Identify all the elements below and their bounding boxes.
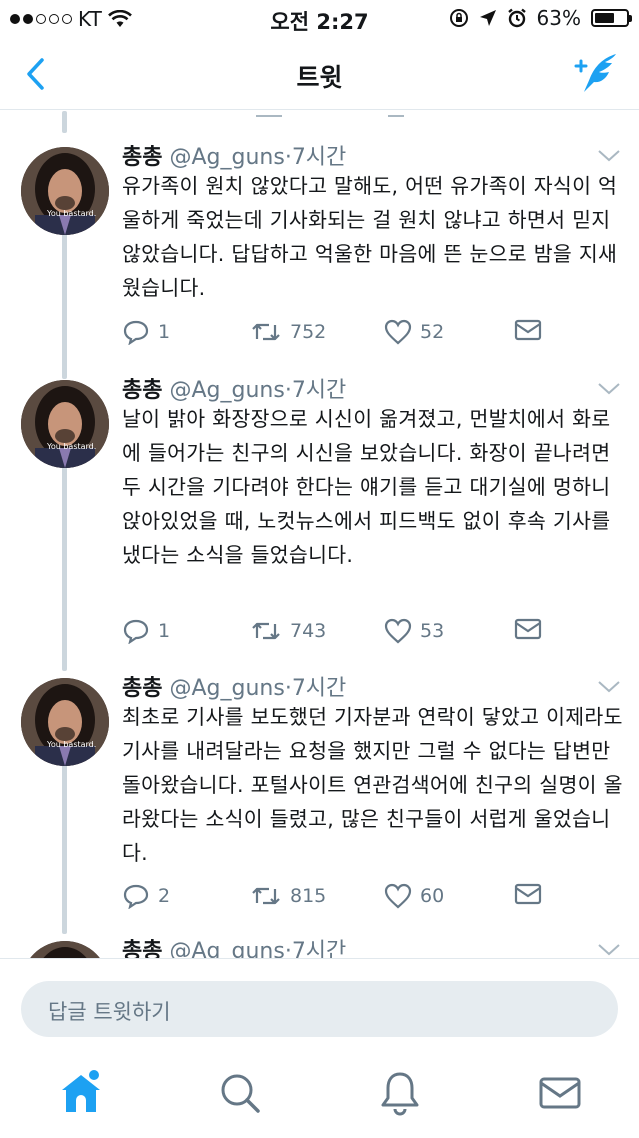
avatar[interactable]: You bastard. bbox=[21, 147, 109, 235]
tweet-header: 총총 @Ag_guns·7시간 bbox=[122, 670, 346, 702]
tweet-thread[interactable]: You bastard. 총총 @Ag_guns·7시간 유가족이 원치 않았다… bbox=[0, 111, 639, 958]
search-icon[interactable] bbox=[215, 1068, 265, 1118]
tweet-time: 7시간 bbox=[291, 939, 347, 958]
like-count: 52 bbox=[420, 321, 445, 343]
like-count: 53 bbox=[420, 620, 445, 642]
avatar[interactable]: You bastard. bbox=[21, 380, 109, 468]
tab-bar bbox=[0, 1050, 639, 1138]
chevron-down-icon[interactable] bbox=[597, 680, 621, 694]
reply-icon bbox=[123, 884, 149, 909]
avatar-caption: You bastard. bbox=[47, 740, 97, 749]
retweet-icon bbox=[252, 323, 280, 341]
retweet-button[interactable]: 743 bbox=[250, 618, 326, 644]
user-handle[interactable]: @Ag_guns bbox=[169, 939, 284, 958]
heart-icon bbox=[384, 618, 412, 644]
tweet-time: 7시간 bbox=[291, 676, 347, 701]
mail-icon[interactable] bbox=[535, 1068, 585, 1118]
tweet-time: 7시간 bbox=[291, 378, 347, 403]
tweet[interactable]: You bastard. 총총 @Ag_guns·7시간 유가족이 원치 않았다… bbox=[0, 139, 639, 369]
dm-share-button[interactable] bbox=[514, 883, 542, 905]
tweet-actions: 1 743 53 bbox=[122, 618, 622, 648]
display-name[interactable]: 총총 bbox=[122, 676, 162, 701]
location-icon bbox=[479, 10, 496, 26]
separator-dot: · bbox=[284, 676, 292, 701]
like-button[interactable]: 60 bbox=[384, 883, 444, 909]
tweet[interactable]: You bastard. 총총 @Ag_guns·7시간 최초로 기사를 보도했… bbox=[0, 670, 639, 932]
previous-tweet-actions bbox=[0, 111, 639, 125]
nav-bar: 트윗 bbox=[0, 38, 639, 110]
reply-icon bbox=[123, 619, 149, 644]
status-bar: KT 오전 2:27 63% bbox=[0, 0, 639, 38]
alarm-icon bbox=[507, 8, 526, 28]
reply-count: 1 bbox=[158, 620, 171, 642]
reply-button[interactable]: 1 bbox=[122, 319, 170, 345]
tweet-actions: 1 752 52 bbox=[122, 319, 622, 349]
dm-share-button[interactable] bbox=[514, 319, 542, 341]
tweet-header: 총총 @Ag_guns·7시간 bbox=[122, 933, 346, 958]
rotation-lock-icon bbox=[449, 9, 468, 27]
user-handle[interactable]: @Ag_guns bbox=[169, 676, 284, 701]
tweet-actions: 2 815 60 bbox=[122, 883, 622, 913]
retweet-icon bbox=[252, 622, 280, 640]
home-icon[interactable] bbox=[56, 1068, 106, 1118]
tweet-time: 7시간 bbox=[291, 145, 347, 170]
like-button[interactable]: 52 bbox=[384, 319, 444, 345]
retweet-button[interactable]: 752 bbox=[250, 319, 326, 345]
reply-composer: 답글 트윗하기 bbox=[0, 958, 639, 1040]
separator-dot: · bbox=[284, 145, 292, 170]
display-name[interactable]: 총총 bbox=[122, 378, 162, 403]
tweet-text: 최초로 기사를 보도했던 기자분과 연락이 닿았고 이제라도 기사를 내려달라는… bbox=[122, 705, 623, 865]
battery-percent: 63% bbox=[536, 6, 581, 30]
separator-dot: · bbox=[284, 378, 292, 403]
chevron-down-icon[interactable] bbox=[597, 382, 621, 396]
tweet-header: 총총 @Ag_guns·7시간 bbox=[122, 372, 346, 404]
avatar[interactable] bbox=[21, 941, 109, 958]
chevron-down-icon[interactable] bbox=[597, 149, 621, 163]
tweet[interactable]: 총총 @Ag_guns·7시간 bbox=[0, 933, 639, 958]
retweet-count: 743 bbox=[290, 620, 327, 642]
avatar-caption: You bastard. bbox=[47, 209, 97, 218]
mail-icon bbox=[514, 618, 542, 640]
heart-icon bbox=[384, 883, 412, 909]
reply-count: 1 bbox=[158, 321, 171, 343]
tweet-text: 날이 밝아 화장장으로 시신이 옮겨졌고, 먼발치에서 화로에 들어가는 친구의… bbox=[122, 407, 611, 567]
display-name[interactable]: 총총 bbox=[122, 939, 162, 958]
status-right: 63% bbox=[449, 6, 632, 30]
retweet-count: 815 bbox=[290, 885, 327, 907]
page-title: 트윗 bbox=[296, 63, 343, 92]
mail-icon bbox=[514, 883, 542, 905]
bell-icon[interactable] bbox=[375, 1068, 425, 1118]
chevron-down-icon[interactable] bbox=[597, 943, 621, 957]
like-button[interactable]: 53 bbox=[384, 618, 444, 644]
tweet-text: 유가족이 원치 않았다고 말해도, 어떤 유가족이 자식이 억울하게 죽었는데 … bbox=[122, 174, 618, 300]
avatar[interactable]: You bastard. bbox=[21, 678, 109, 766]
mail-icon bbox=[514, 319, 542, 341]
heart-icon bbox=[384, 319, 412, 345]
tweet[interactable]: You bastard. 총총 @Ag_guns·7시간 날이 밝아 화장장으로… bbox=[0, 372, 639, 667]
avatar-caption: You bastard. bbox=[47, 442, 97, 451]
reply-count: 2 bbox=[158, 885, 171, 907]
separator-dot: · bbox=[284, 939, 292, 958]
reply-button[interactable]: 2 bbox=[122, 883, 170, 909]
reply-input[interactable]: 답글 트윗하기 bbox=[21, 981, 618, 1037]
retweet-button[interactable]: 815 bbox=[250, 883, 326, 909]
compose-tweet-icon[interactable] bbox=[573, 52, 619, 94]
dm-share-button[interactable] bbox=[514, 618, 542, 640]
tweet-header: 총총 @Ag_guns·7시간 bbox=[122, 139, 346, 171]
display-name[interactable]: 총총 bbox=[122, 145, 162, 170]
battery-icon bbox=[591, 9, 632, 27]
thread-connector bbox=[62, 111, 67, 133]
user-handle[interactable]: @Ag_guns bbox=[169, 145, 284, 170]
like-count: 60 bbox=[420, 885, 445, 907]
user-handle[interactable]: @Ag_guns bbox=[169, 378, 284, 403]
reply-icon bbox=[123, 320, 149, 345]
retweet-count: 752 bbox=[290, 321, 327, 343]
reply-button[interactable]: 1 bbox=[122, 618, 170, 644]
retweet-icon bbox=[252, 887, 280, 905]
reply-placeholder: 답글 트윗하기 bbox=[48, 1000, 171, 1024]
